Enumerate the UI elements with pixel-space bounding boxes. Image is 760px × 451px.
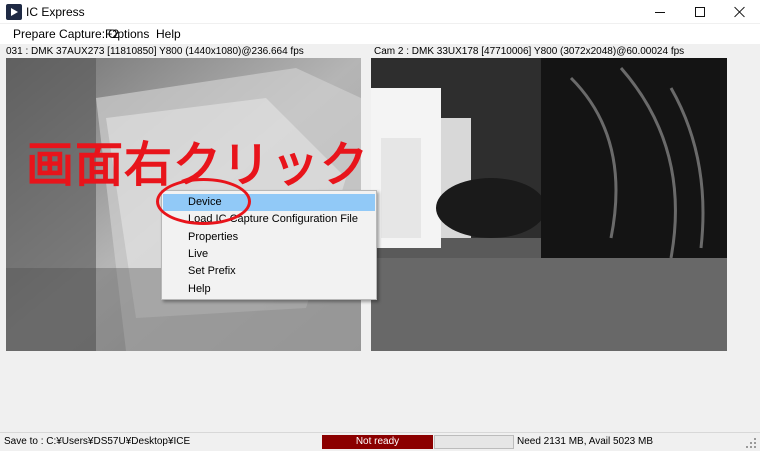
status-bar: Save to : C:¥Users¥DS57U¥Desktop¥ICE Not…	[0, 432, 760, 451]
maximize-icon	[695, 7, 705, 17]
maximize-button[interactable]	[680, 0, 720, 24]
minimize-button[interactable]	[640, 0, 680, 24]
camera-area: 031 : DMK 37AUX273 [11810850] Y800 (1440…	[0, 44, 760, 432]
progress-bar	[434, 435, 514, 449]
annotation-ellipse	[156, 178, 251, 225]
camera-2-label: Cam 2 : DMK 33UX178 [47710006] Y800 (307…	[374, 46, 685, 57]
status-badge: Not ready	[322, 435, 433, 449]
close-button[interactable]	[720, 0, 760, 24]
menu-help[interactable]: Help	[156, 27, 181, 41]
camera-2-image	[371, 58, 727, 351]
context-item-help[interactable]: Help	[163, 281, 375, 298]
close-icon	[734, 6, 746, 18]
title-bar: IC Express	[0, 0, 760, 24]
menu-prepare-capture[interactable]: Prepare Capture:F2	[13, 27, 119, 41]
window-title: IC Express	[26, 5, 85, 19]
context-item-properties[interactable]: Properties	[163, 229, 375, 246]
storage-info: Need 2131 MB, Avail 5023 MB	[517, 436, 654, 447]
camera-1-label: 031 : DMK 37AUX273 [11810850] Y800 (1440…	[6, 46, 304, 57]
context-item-set-prefix[interactable]: Set Prefix	[163, 263, 375, 280]
app-icon	[6, 4, 22, 20]
camera-2-view[interactable]	[371, 58, 727, 351]
save-path-text: Save to : C:¥Users¥DS57U¥Desktop¥ICE	[4, 436, 191, 447]
menu-bar: Prepare Capture:F2 Options Help	[0, 24, 760, 44]
menu-options[interactable]: Options	[108, 27, 149, 41]
resize-grip-icon[interactable]	[746, 438, 756, 448]
minimize-icon	[655, 11, 665, 13]
context-item-live[interactable]: Live	[163, 246, 375, 263]
